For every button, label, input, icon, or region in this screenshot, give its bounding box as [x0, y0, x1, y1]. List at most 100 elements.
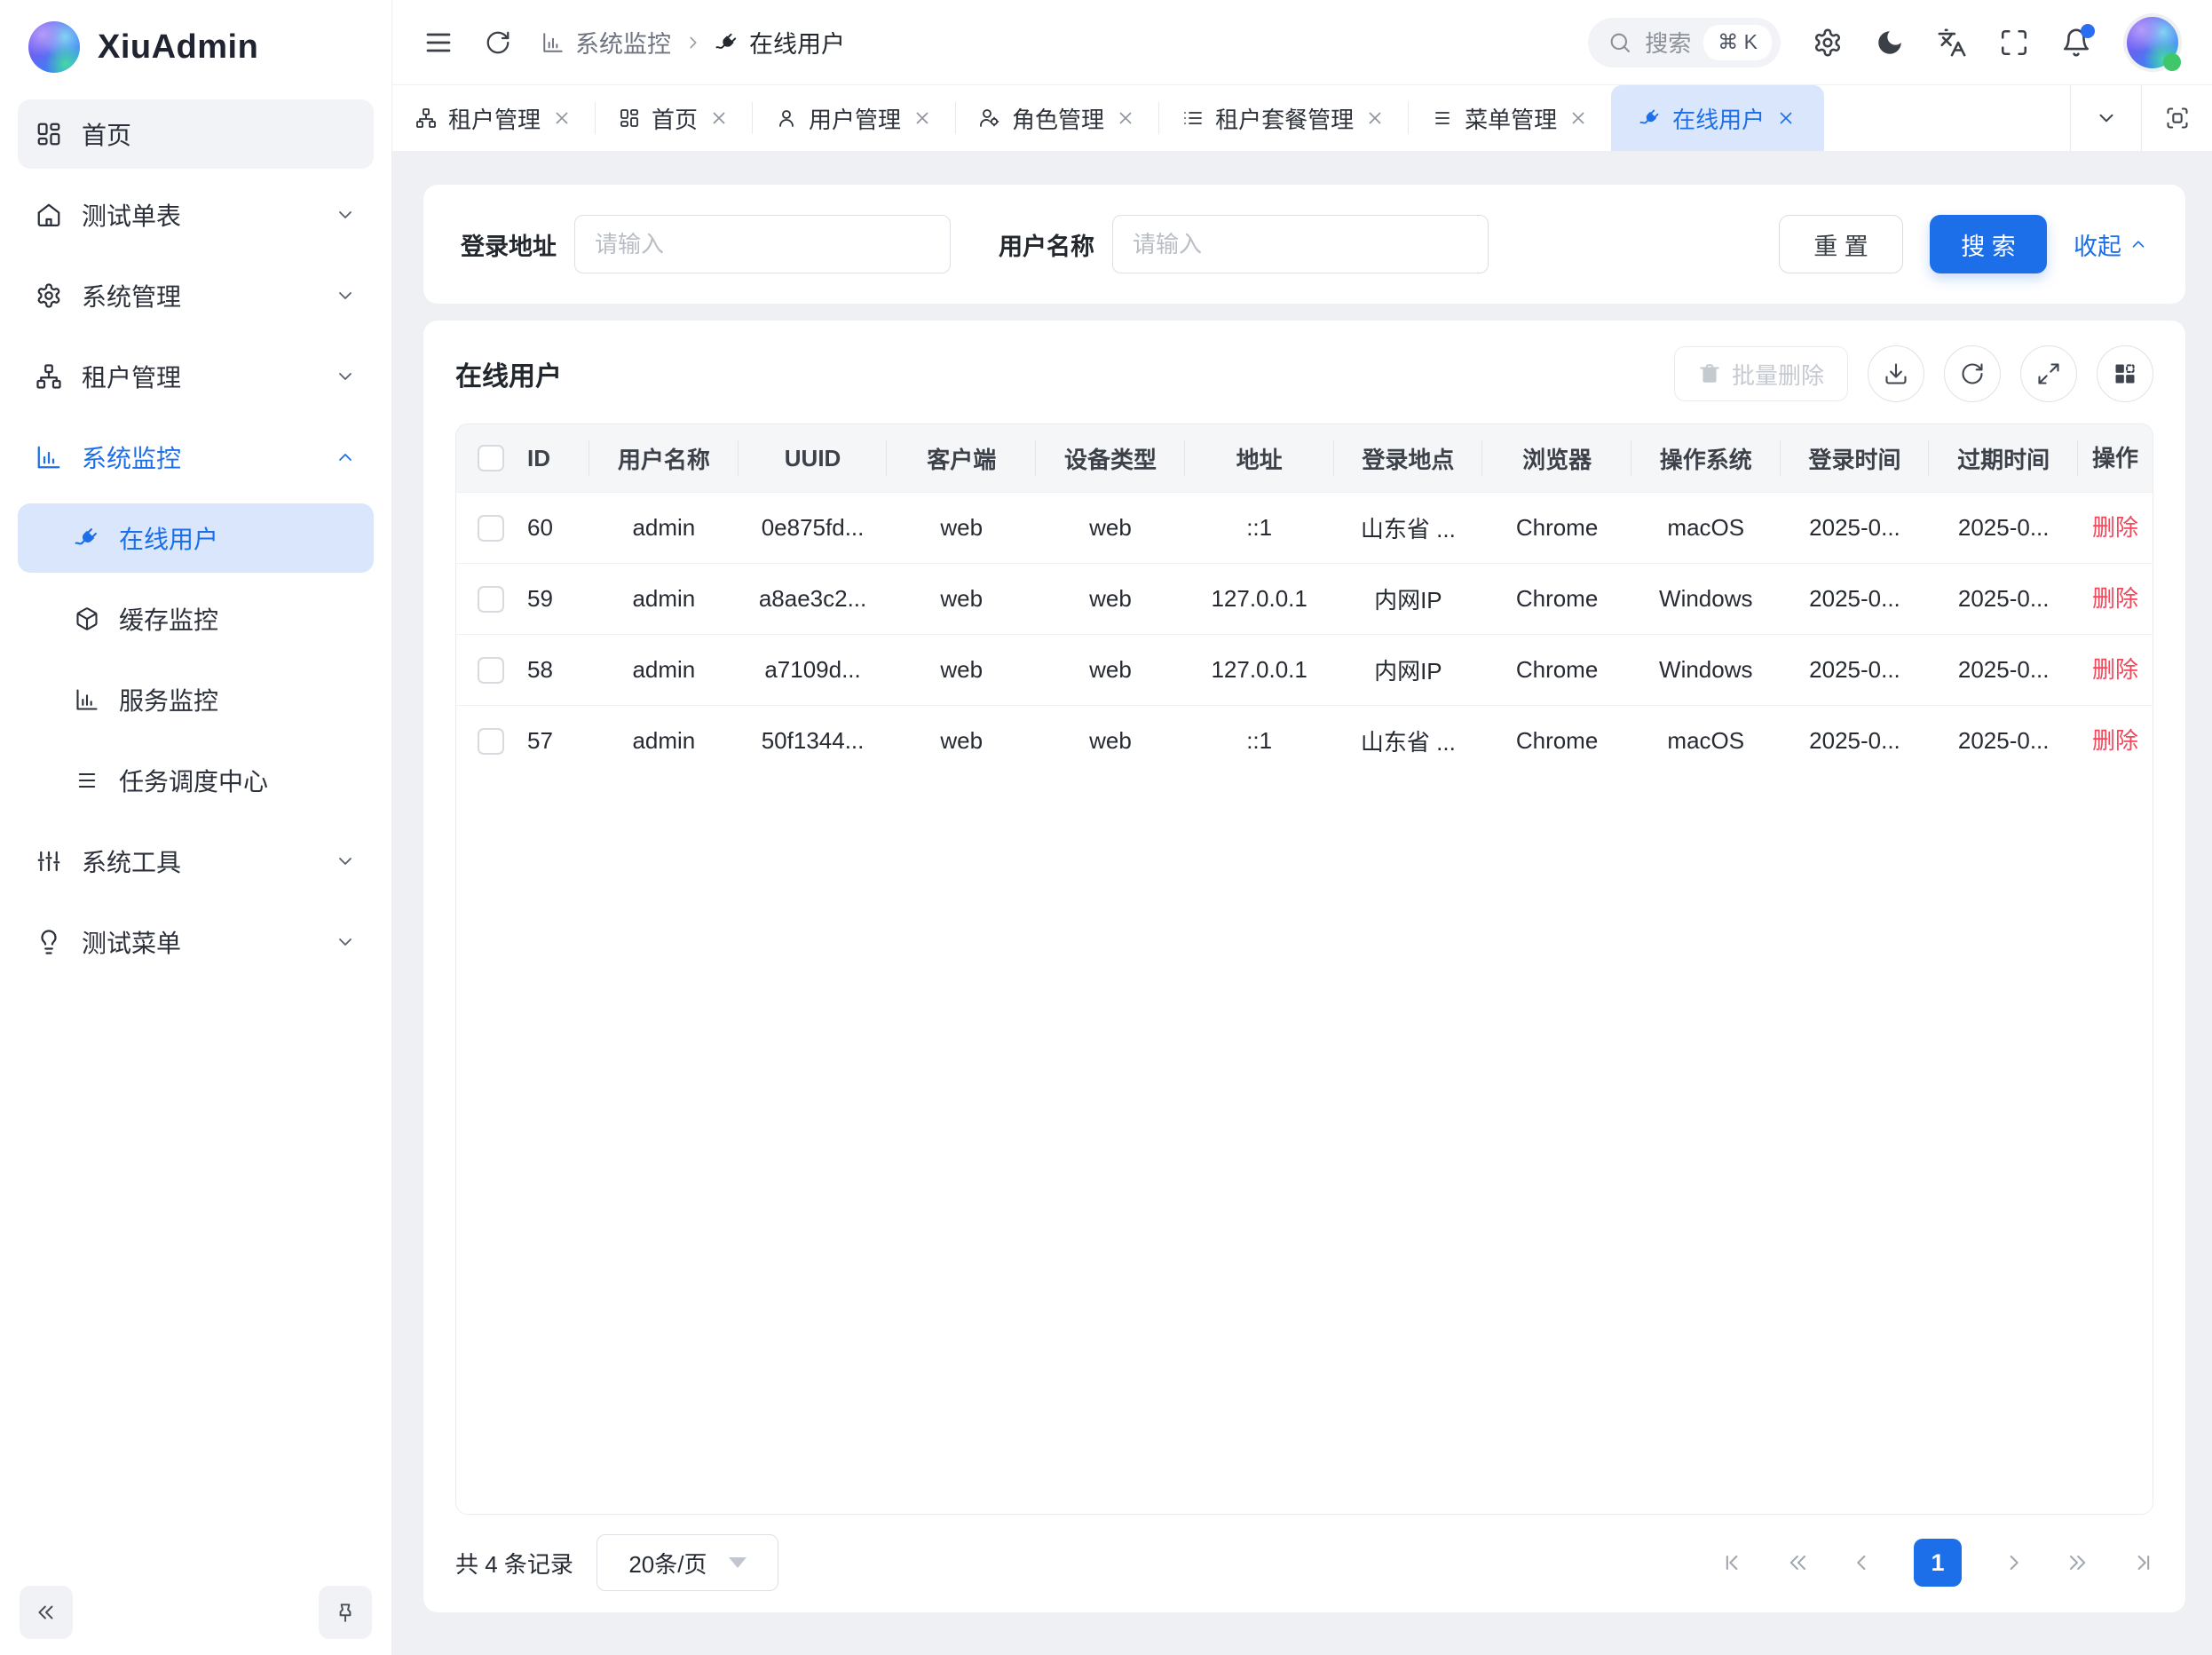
first-page-button[interactable] — [1722, 1550, 1747, 1575]
sidebar-subitem-cache-monitor[interactable]: 缓存监控 — [18, 584, 374, 653]
chevron-right-icon — [2001, 1550, 2026, 1575]
chevron-down-icon — [335, 285, 356, 306]
sidebar-collapse-button[interactable] — [20, 1586, 73, 1639]
cell-os: Windows — [1631, 656, 1781, 684]
cell-expire-time: 2025-0... — [1929, 656, 2078, 684]
tab-user-mgmt[interactable]: 用户管理 — [753, 85, 955, 151]
refresh-table-button[interactable] — [1944, 345, 2001, 402]
user-name-input[interactable] — [1112, 215, 1489, 273]
cell-login-time: 2025-0... — [1781, 585, 1930, 613]
brand: XiuAdmin — [0, 0, 391, 99]
sidebar-item-test-table[interactable]: 测试单表 — [18, 180, 374, 249]
collapse-filters-link[interactable]: 收起 — [2074, 227, 2148, 262]
delete-row-link[interactable]: 删除 — [2092, 514, 2138, 541]
global-search[interactable]: 搜索 ⌘ K — [1588, 18, 1781, 67]
language-switch-button[interactable] — [1937, 28, 1967, 58]
tab-online-users[interactable]: 在线用户 — [1611, 85, 1824, 151]
sidebar-item-system-tools[interactable]: 系统工具 — [18, 827, 374, 896]
table-fullscreen-button[interactable] — [2020, 345, 2077, 402]
tab-tenant-mgmt[interactable]: 租户管理 — [392, 85, 595, 151]
row-checkbox[interactable] — [478, 515, 504, 542]
user-avatar[interactable] — [2123, 13, 2182, 72]
tab-overflow-button[interactable] — [2070, 85, 2141, 151]
prev-page-button[interactable] — [1850, 1550, 1875, 1575]
lines-icon — [75, 768, 99, 793]
tab-tenant-package-mgmt[interactable]: 租户套餐管理 — [1159, 85, 1408, 151]
close-icon[interactable] — [552, 108, 572, 128]
page-size-select[interactable]: 20条/页 — [596, 1534, 778, 1591]
settings-button[interactable] — [1813, 28, 1843, 58]
refresh-page-button[interactable] — [485, 29, 511, 56]
refresh-icon — [1960, 361, 1985, 386]
column-settings-button[interactable] — [2097, 345, 2153, 402]
sidebar-subitem-online-users[interactable]: 在线用户 — [18, 503, 374, 573]
close-icon[interactable] — [1776, 108, 1796, 128]
table-row: 59 admin a8ae3c2... web web 127.0.0.1 内网… — [456, 563, 2153, 634]
row-checkbox[interactable] — [478, 728, 504, 755]
tab-label: 角色管理 — [1012, 102, 1104, 135]
tab-menu-mgmt[interactable]: 菜单管理 — [1409, 85, 1611, 151]
header-cell: 登录地点 — [1334, 442, 1483, 475]
table-empty-space — [456, 776, 2153, 1514]
sidebar-subitem-task-scheduler[interactable]: 任务调度中心 — [18, 746, 374, 815]
tab-home[interactable]: 首页 — [596, 85, 752, 151]
page-number-current[interactable]: 1 — [1914, 1539, 1962, 1587]
fullscreen-button[interactable] — [1999, 28, 2029, 58]
export-button[interactable] — [1868, 345, 1924, 402]
sidebar-item-home[interactable]: 首页 — [18, 99, 374, 169]
cell-address: 127.0.0.1 — [1185, 585, 1334, 613]
chevron-down-icon — [335, 366, 356, 387]
filter-actions: 重 置 搜 索 收起 — [1779, 215, 2148, 273]
reset-button[interactable]: 重 置 — [1779, 215, 1903, 273]
sidebar-item-system-mgmt[interactable]: 系统管理 — [18, 261, 374, 330]
dark-mode-toggle[interactable] — [1875, 28, 1905, 58]
sidebar-pin-button[interactable] — [319, 1586, 372, 1639]
chevron-up-icon — [2129, 234, 2148, 254]
close-icon[interactable] — [1365, 108, 1385, 128]
notifications-button[interactable] — [2061, 28, 2091, 58]
delete-row-link[interactable]: 删除 — [2092, 656, 2138, 683]
cell-login-time: 2025-0... — [1781, 656, 1930, 684]
sidebar-item-label: 首页 — [82, 116, 131, 152]
main-area: 系统监控 在线用户 搜索 ⌘ K — [392, 0, 2212, 1655]
header-cell: 操作系统 — [1631, 442, 1781, 475]
pin-icon — [334, 1601, 357, 1624]
next-5-pages-button[interactable] — [2065, 1550, 2090, 1575]
hamburger-menu-button[interactable] — [423, 27, 454, 59]
tab-label: 用户管理 — [809, 102, 901, 135]
close-icon[interactable] — [709, 108, 729, 128]
sidebar-item-test-menu[interactable]: 测试菜单 — [18, 907, 374, 977]
batch-delete-button[interactable]: 批量删除 — [1674, 346, 1848, 401]
sidebar-item-system-monitor[interactable]: 系统监控 — [18, 423, 374, 492]
first-page-icon — [1722, 1550, 1747, 1575]
cell-id: 58 — [527, 656, 553, 684]
prev-5-pages-button[interactable] — [1786, 1550, 1811, 1575]
chevron-up-icon — [335, 447, 356, 468]
close-icon[interactable] — [912, 108, 932, 128]
search-button[interactable]: 搜 索 — [1930, 215, 2047, 273]
row-checkbox[interactable] — [478, 586, 504, 613]
delete-row-link[interactable]: 删除 — [2092, 585, 2138, 612]
tab-role-mgmt[interactable]: 角色管理 — [956, 85, 1158, 151]
cell-client: web — [887, 585, 1036, 613]
sidebar-nav: 首页 测试单表 系统管理 租户管理 系统监控 — [0, 99, 391, 977]
sidebar-item-tenant-mgmt[interactable]: 租户管理 — [18, 342, 374, 411]
delete-row-link[interactable]: 删除 — [2092, 727, 2138, 754]
gear-icon — [1813, 28, 1843, 58]
cell-browser: Chrome — [1482, 727, 1631, 755]
select-all-checkbox[interactable] — [478, 445, 504, 471]
login-address-input[interactable] — [574, 215, 951, 273]
sidebar-subitem-service-monitor[interactable]: 服务监控 — [18, 665, 374, 734]
next-page-button[interactable] — [2001, 1550, 2026, 1575]
content-maximize-button[interactable] — [2141, 85, 2212, 151]
close-icon[interactable] — [1116, 108, 1135, 128]
breadcrumb-item-system-monitor[interactable]: 系统监控 — [541, 25, 671, 59]
row-checkbox[interactable] — [478, 657, 504, 684]
tab-label: 租户套餐管理 — [1215, 102, 1354, 135]
trash-icon — [1698, 362, 1721, 385]
last-page-button[interactable] — [2129, 1550, 2153, 1575]
header-cell-actions: 操作 — [2078, 444, 2153, 473]
sidebar-subitem-label: 任务调度中心 — [119, 763, 268, 798]
close-icon[interactable] — [1568, 108, 1588, 128]
search-icon — [1608, 30, 1632, 55]
